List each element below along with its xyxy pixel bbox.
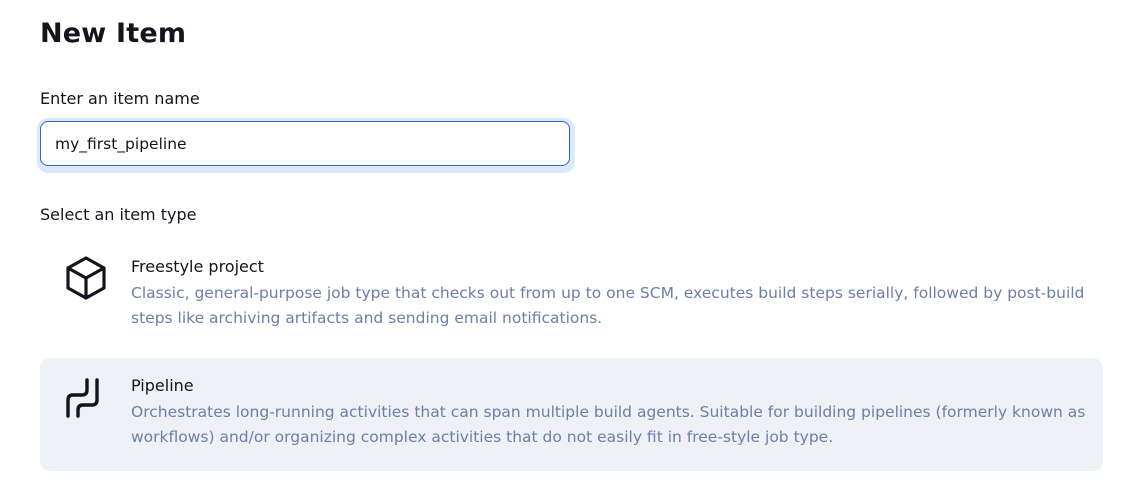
item-type-pipeline[interactable]: Pipeline Orchestrates long-running activ… xyxy=(40,358,1103,471)
box-icon xyxy=(66,256,106,300)
item-type-label: Select an item type xyxy=(40,205,197,224)
new-item-page: New Item Enter an item name Select an it… xyxy=(0,0,1147,484)
item-type-description: Orchestrates long-running activities tha… xyxy=(131,403,1086,446)
pipeline-icon xyxy=(66,378,99,418)
item-type-name: Pipeline xyxy=(131,376,194,395)
item-name-focus-ring xyxy=(37,118,575,173)
page-title: New Item xyxy=(40,18,187,49)
item-name-label: Enter an item name xyxy=(40,89,200,108)
item-type-name: Freestyle project xyxy=(131,257,264,276)
item-name-input[interactable] xyxy=(40,121,570,166)
item-type-description: Classic, general-purpose job type that c… xyxy=(131,284,1085,327)
item-type-freestyle[interactable]: Freestyle project Classic, general-purpo… xyxy=(40,240,1103,348)
